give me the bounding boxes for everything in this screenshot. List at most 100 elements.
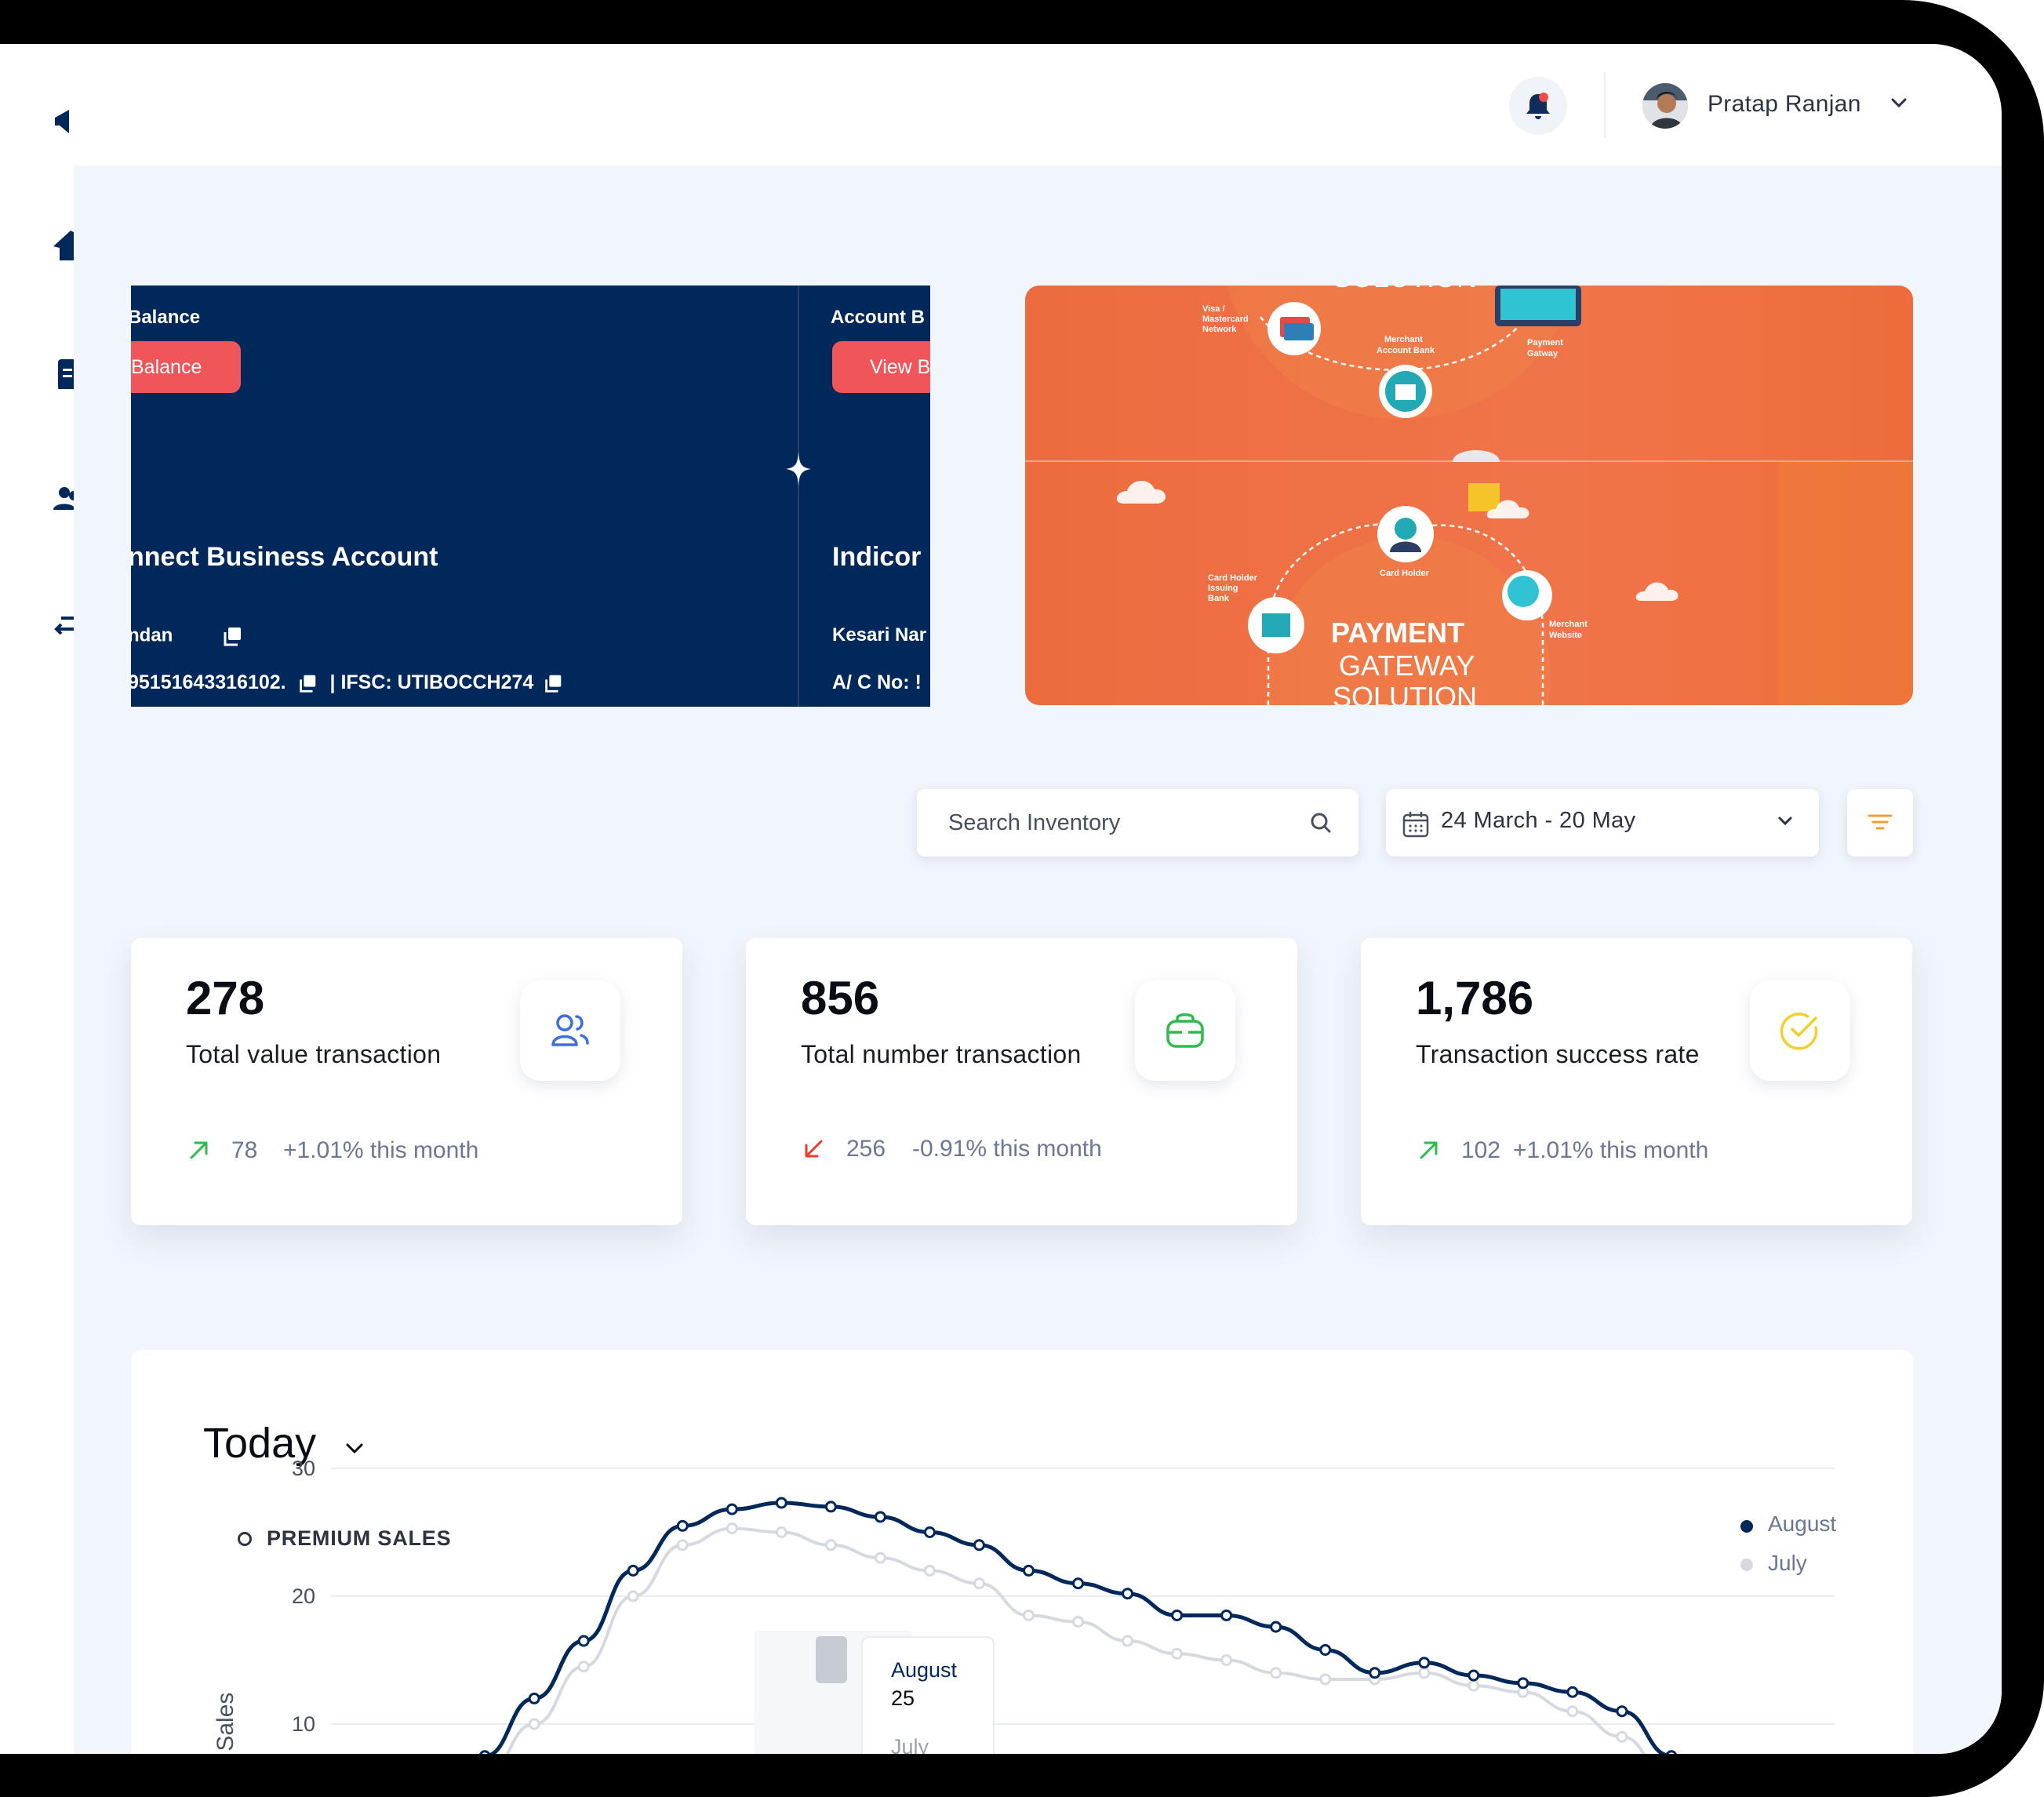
- data-point-july[interactable]: [1270, 1667, 1282, 1679]
- copy-icon[interactable]: [542, 672, 564, 694]
- copy-icon[interactable]: [220, 624, 244, 648]
- data-point-august[interactable]: [1418, 1657, 1431, 1669]
- bag-icon: [1166, 1013, 1204, 1048]
- data-point-july[interactable]: [577, 1661, 590, 1673]
- copy-icon[interactable]: [296, 672, 318, 694]
- avatar[interactable]: [1642, 83, 1688, 129]
- data-point-august[interactable]: [1270, 1621, 1282, 1633]
- data-point-august[interactable]: [577, 1635, 590, 1647]
- data-point-august[interactable]: [973, 1539, 985, 1551]
- home-icon[interactable]: [52, 229, 74, 260]
- data-point-august[interactable]: [1171, 1609, 1184, 1621]
- stat-card-success-rate[interactable]: 1,786 Transaction success rate 102 +1.01…: [1361, 938, 1912, 1225]
- svg-text:Issuing: Issuing: [1208, 584, 1238, 593]
- data-point-august[interactable]: [1665, 1750, 1677, 1754]
- data-point-august[interactable]: [1468, 1669, 1480, 1682]
- topbar: Pratap Ranjan: [74, 44, 2002, 166]
- dashboard-main: Balance Balance nnect Business Account n…: [74, 166, 2002, 1754]
- payment-gateway-banner[interactable]: Visa / Mastercard Network Merchant Accou…: [1025, 286, 1913, 705]
- data-point-august[interactable]: [627, 1564, 639, 1577]
- trend-change: +1.01% this month: [283, 1137, 479, 1163]
- check-circle-icon-box: [1750, 980, 1850, 1081]
- data-point-august[interactable]: [726, 1503, 738, 1515]
- data-point-july[interactable]: [923, 1564, 936, 1577]
- data-point-july[interactable]: [726, 1522, 738, 1535]
- document-icon[interactable]: [52, 358, 74, 389]
- data-point-july[interactable]: [1616, 1730, 1628, 1743]
- chevron-down-icon[interactable]: [1890, 97, 1908, 108]
- data-point-august[interactable]: [874, 1511, 886, 1523]
- data-point-july[interactable]: [1468, 1679, 1480, 1692]
- account-holder-name: ndan: [131, 624, 173, 646]
- search-box[interactable]: [917, 789, 1358, 857]
- stat-label: Total value transaction: [186, 1040, 442, 1068]
- account-carousel[interactable]: Balance Balance nnect Business Account n…: [131, 286, 930, 707]
- tooltip-series-2: July: [891, 1735, 929, 1754]
- users-icon[interactable]: [52, 483, 74, 515]
- view-balance-button[interactable]: View B: [832, 341, 930, 393]
- hover-marker: [816, 1636, 847, 1683]
- check-circle-icon: [1780, 1013, 1818, 1050]
- bell-icon: [1526, 93, 1550, 119]
- data-point-july[interactable]: [973, 1577, 985, 1590]
- data-point-july[interactable]: [1022, 1609, 1035, 1621]
- megaphone-icon[interactable]: [52, 105, 74, 136]
- search-icon[interactable]: [1309, 811, 1333, 835]
- data-point-august[interactable]: [479, 1750, 491, 1754]
- search-input[interactable]: [948, 805, 1293, 841]
- stat-card-total-value[interactable]: 278 Total value transaction 78 +1.01% th…: [131, 938, 682, 1225]
- account-title: Indicor: [832, 542, 922, 572]
- data-point-july[interactable]: [528, 1718, 540, 1730]
- line-chart: 10 20 30 Premium Sales: [213, 1457, 1835, 1754]
- date-range-select[interactable]: 24 March - 20 May: [1386, 789, 1819, 857]
- stat-card-total-number[interactable]: 856 Total number transaction 256 -0.91% …: [746, 938, 1297, 1225]
- filter-icon: [1868, 814, 1893, 830]
- data-point-august[interactable]: [528, 1692, 540, 1704]
- transfer-icon[interactable]: [52, 610, 74, 642]
- data-point-july[interactable]: [874, 1551, 886, 1564]
- date-range-value: 24 March - 20 May: [1441, 808, 1636, 833]
- users-icon-box: [520, 980, 620, 1081]
- data-point-july[interactable]: [1220, 1654, 1233, 1666]
- data-point-july[interactable]: [1171, 1647, 1184, 1660]
- data-point-august[interactable]: [1369, 1667, 1381, 1679]
- data-point-july[interactable]: [1319, 1673, 1332, 1686]
- filter-button[interactable]: [1847, 789, 1913, 857]
- trend-count: 256: [846, 1136, 886, 1162]
- user-name[interactable]: Pratap Ranjan: [1708, 91, 1861, 118]
- trend-count: 78: [231, 1137, 258, 1163]
- account-number: 95151643316102.: [131, 671, 286, 693]
- data-point-july[interactable]: [775, 1526, 787, 1538]
- chevron-down-icon[interactable]: [1777, 816, 1794, 827]
- data-point-august[interactable]: [1122, 1588, 1134, 1600]
- stat-label: Total number transaction: [801, 1040, 1082, 1068]
- data-point-august[interactable]: [1022, 1564, 1035, 1577]
- data-point-august[interactable]: [676, 1519, 689, 1532]
- balance-label: Balance: [131, 307, 201, 328]
- balance-button[interactable]: Balance: [131, 341, 241, 393]
- data-point-july[interactable]: [824, 1539, 837, 1551]
- data-point-august[interactable]: [1220, 1609, 1233, 1621]
- notifications-button[interactable]: [1509, 77, 1567, 135]
- data-point-august[interactable]: [1616, 1705, 1628, 1718]
- data-point-august[interactable]: [824, 1501, 837, 1513]
- data-point-july[interactable]: [1072, 1616, 1085, 1628]
- data-point-august[interactable]: [775, 1497, 787, 1509]
- data-point-august[interactable]: [1072, 1577, 1085, 1590]
- data-point-july[interactable]: [1418, 1667, 1431, 1679]
- y-axis-label: Premium Sales: [213, 1693, 238, 1754]
- data-point-july[interactable]: [1122, 1635, 1134, 1647]
- banner-headline-2: GATEWAY: [1339, 649, 1475, 682]
- data-point-august[interactable]: [1517, 1677, 1529, 1690]
- data-point-august[interactable]: [1566, 1686, 1579, 1698]
- data-point-august[interactable]: [923, 1526, 936, 1538]
- svg-text:Website: Website: [1549, 631, 1582, 640]
- data-point-august[interactable]: [1319, 1643, 1332, 1656]
- balance-label: Account B: [831, 307, 925, 328]
- data-point-july[interactable]: [627, 1590, 639, 1602]
- data-point-july[interactable]: [1566, 1705, 1579, 1718]
- users-icon: [551, 1014, 589, 1046]
- data-point-july[interactable]: [676, 1539, 689, 1551]
- trend-down-icon: [805, 1140, 823, 1158]
- stat-value: 278: [186, 972, 265, 1024]
